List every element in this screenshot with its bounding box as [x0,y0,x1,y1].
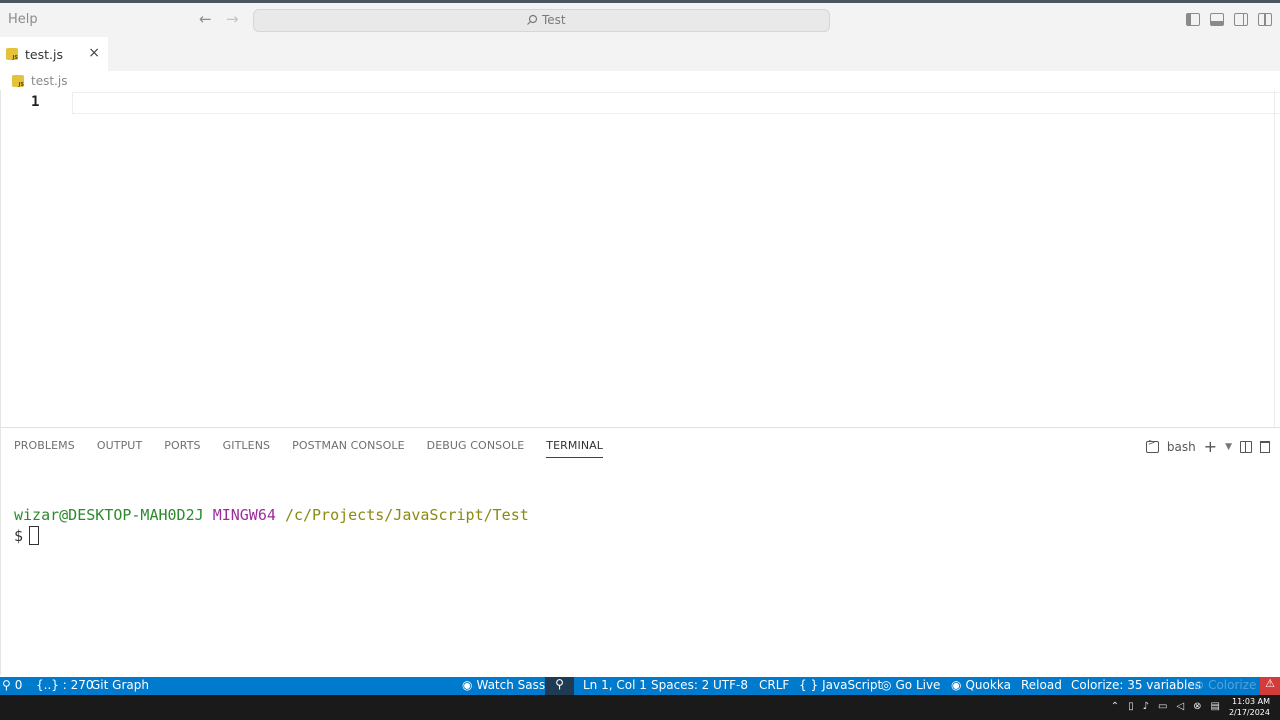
bottom-panel: PROBLEMS OUTPUT PORTS GITLENS POSTMAN CO… [0,427,1280,675]
breadcrumb-file[interactable]: test.js [31,74,67,88]
eye-icon: ◉ [951,678,962,692]
command-center-search[interactable]: Test [253,9,830,32]
clock[interactable]: 11:03 AM 2/17/2024 [1229,696,1270,718]
status-go-live-label: Go Live [895,678,941,692]
speaker-icon[interactable]: ◁ [1176,701,1184,712]
status-reload[interactable]: Reload [1021,678,1062,692]
terminal-icon [1145,438,1159,453]
zoom-icon[interactable]: ⚲ [545,677,574,695]
chevron-down-icon[interactable]: ▼ [1225,442,1232,452]
arrow-right-icon[interactable]: → [226,10,239,28]
status-watch-sass-label: Watch Sass [476,678,546,692]
close-circle-icon[interactable]: ⊗ [1193,701,1201,712]
keyboard-icon[interactable]: ▤ [1211,701,1220,712]
panel-tabs: PROBLEMS OUTPUT PORTS GITLENS POSTMAN CO… [14,439,625,458]
terminal-input-line: $ [14,526,529,547]
status-spaces[interactable]: Spaces: 2 [651,678,709,692]
plus-icon[interactable]: + [1204,437,1217,456]
status-position[interactable]: Ln 1, Col 1 [583,678,647,692]
clock-time: 11:03 AM [1232,697,1270,706]
editor-scrollbar[interactable] [1274,90,1280,427]
trash-icon[interactable] [1260,440,1270,453]
terminal-prompt-line: wizar@DESKTOP-MAH0D2J MINGW64 /c/Project… [14,505,529,526]
status-braces[interactable]: {..} : 270 [36,678,93,692]
line-number: 1 [31,94,40,110]
tab-label: test.js [25,46,63,62]
broadcast-icon: ⚲ [2,678,11,692]
status-remote-count: 0 [14,678,23,692]
status-bar: ⚲ 0 {..} : 270 Git Graph ◉ Watch Sass ⚲ … [0,677,1280,695]
javascript-file-icon [12,75,24,88]
arrow-left-icon[interactable]: ← [199,10,212,28]
status-colorize[interactable]: Colorize: 35 variables [1071,678,1201,692]
monitor-icon[interactable]: ▭ [1158,701,1167,712]
current-line-highlight[interactable] [72,92,1280,114]
status-quokka[interactable]: ◉ Quokka [951,678,1011,692]
status-language[interactable]: { } JavaScript [799,678,882,692]
customize-layout-icon[interactable] [1258,13,1272,26]
terminal-path: /c/Projects/JavaScript/Test [284,506,529,524]
tab-test-js[interactable]: test.js × [0,37,108,71]
system-tray: ⌃ ▯ ♪ ▭ ◁ ⊗ ▤ [1111,701,1220,712]
terminal-shell-label[interactable]: bash [1167,440,1196,454]
tab-ports[interactable]: PORTS [164,439,200,458]
tab-gitlens[interactable]: GITLENS [223,439,270,458]
close-icon[interactable]: × [88,45,100,61]
microphone-icon[interactable]: ♪ [1143,701,1149,712]
code-editor[interactable]: 1 [0,90,1280,427]
menu-help[interactable]: Help [8,12,38,27]
status-encoding[interactable]: UTF-8 [713,678,748,692]
warning-icon[interactable]: ⚠ [1260,677,1280,695]
toggle-panel-icon[interactable] [1210,13,1224,26]
toggle-primary-sidebar-icon[interactable] [1186,13,1200,26]
command-center-label: Test [542,13,566,27]
tab-output[interactable]: OUTPUT [97,439,142,458]
terminal-prompt: $ [14,527,24,545]
breadcrumb: test.js [12,74,67,88]
split-terminal-icon[interactable] [1240,440,1252,453]
terminal-system: MINGW64 [212,506,276,524]
chevron-up-icon[interactable]: ⌃ [1111,701,1119,712]
no-entry-icon: ⊘ [1194,678,1205,692]
tab-debug-console[interactable]: DEBUG CONSOLE [427,439,525,458]
status-language-label: JavaScript [822,678,883,692]
status-eol[interactable]: CRLF [759,678,789,692]
terminal-user: wizar@DESKTOP-MAH0D2J [14,506,204,524]
vscode-window: Help ← → Test test.js × test.js 1 [0,0,1280,720]
status-quokka-label: Quokka [965,678,1011,692]
terminal-output[interactable]: wizar@DESKTOP-MAH0D2J MINGW64 /c/Project… [14,505,529,547]
status-colorize-button-label: Colorize [1208,678,1257,692]
language-braces-icon: { } [799,678,819,692]
terminal-cursor [29,526,40,545]
tab-postman-console[interactable]: POSTMAN CONSOLE [292,439,405,458]
status-remote[interactable]: ⚲ 0 [2,678,22,692]
search-icon [527,14,538,25]
eye-icon: ◉ [462,678,473,692]
clock-date: 2/17/2024 [1228,708,1270,717]
title-bar: Help ← → Test [0,0,1280,37]
tab-terminal[interactable]: TERMINAL [546,439,604,458]
layout-controls [1186,13,1272,26]
broadcast-icon: ◎ [881,678,892,692]
status-go-live[interactable]: ◎ Go Live [881,678,940,692]
taskbar: ⌃ ▯ ♪ ▭ ◁ ⊗ ▤ 11:03 AM 2/17/2024 [0,695,1280,720]
editor-tab-bar: test.js × [0,37,1280,71]
javascript-file-icon [6,48,18,61]
device-icon[interactable]: ▯ [1128,701,1134,712]
status-git-graph[interactable]: Git Graph [91,678,149,692]
panel-actions: bash + ▼ [1145,437,1270,456]
tab-problems[interactable]: PROBLEMS [14,439,75,458]
status-colorize-button[interactable]: ⊘ Colorize [1194,678,1256,692]
status-watch-sass[interactable]: ◉ Watch Sass [462,678,545,692]
toggle-secondary-sidebar-icon[interactable] [1234,13,1248,26]
